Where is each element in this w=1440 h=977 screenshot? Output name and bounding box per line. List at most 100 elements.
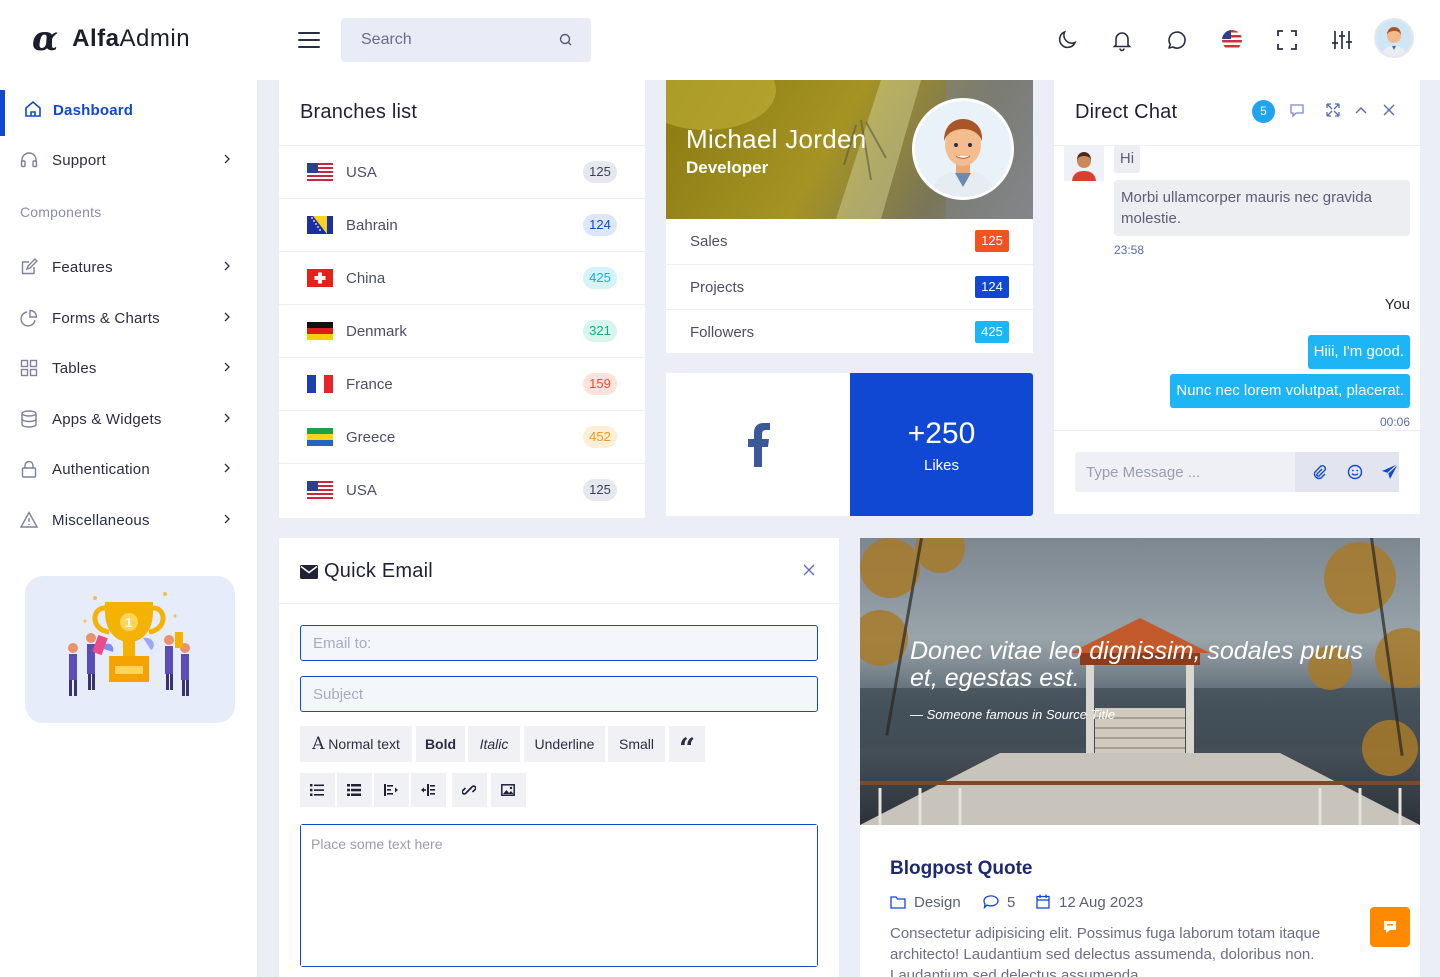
format-italic-button[interactable]: Italic (468, 726, 520, 762)
branch-row[interactable]: France 159 (279, 357, 645, 410)
brand-name: AlfaAdmin (72, 25, 191, 52)
format-bold-button[interactable]: Bold (416, 726, 465, 762)
collapse-chevron-up-icon[interactable] (1353, 102, 1369, 118)
expand-icon[interactable] (1325, 102, 1341, 118)
format-small-button[interactable]: Small (608, 726, 665, 762)
sidebar-item-label: Miscellaneous (52, 511, 150, 529)
sidebar-item-label: Forms & Charts (52, 309, 160, 327)
chat-message-received: Hi (1114, 145, 1140, 173)
messages-chat-icon[interactable] (1165, 28, 1189, 52)
facebook-card[interactable] (666, 373, 850, 516)
branch-name: Denmark (346, 323, 407, 340)
likes-label: Likes (923, 457, 960, 474)
unordered-list-button[interactable] (300, 773, 335, 807)
floating-chat-button[interactable] (1370, 907, 1410, 947)
branch-row[interactable]: China 425 (279, 251, 645, 304)
sidebar: Dashboard Support Components Features Fo… (0, 80, 258, 977)
outdent-button[interactable] (374, 773, 409, 807)
email-subject-field (300, 676, 818, 712)
branch-row[interactable]: USA 125 (279, 145, 645, 198)
divider (279, 603, 839, 604)
sidebar-item-authentication[interactable]: Authentication (0, 449, 258, 489)
blog-category[interactable]: Design (914, 894, 961, 911)
lock-icon (21, 460, 37, 478)
chat-message-input[interactable] (1075, 452, 1290, 492)
pie-chart-icon (20, 309, 38, 327)
branch-count-badge: 124 (583, 214, 617, 236)
insert-image-button[interactable] (491, 773, 526, 807)
branch-row[interactable]: Bahrain 124 (279, 198, 645, 251)
format-normal-text-button[interactable]: A Normal text (300, 726, 412, 762)
blog-date: 12 Aug 2023 (1059, 894, 1144, 911)
sidebar-item-label: Dashboard (53, 101, 134, 119)
brand-logo[interactable]: α AlfaAdmin (32, 19, 191, 59)
likes-card: +250 Likes (850, 373, 1033, 516)
search-input[interactable] (341, 18, 541, 62)
close-icon[interactable] (1381, 102, 1397, 118)
branch-row[interactable]: Greece 452 (279, 410, 645, 463)
sidebar-item-dashboard[interactable]: Dashboard (0, 90, 258, 136)
settings-sliders-icon[interactable] (1330, 28, 1354, 52)
chat-message-sent: Nunc nec lorem volutpat, placerat. (1170, 374, 1410, 408)
sidebar-item-forms-charts[interactable]: Forms & Charts (0, 298, 258, 338)
email-body-field (300, 824, 818, 967)
ordered-list-button[interactable] (337, 773, 372, 807)
chevron-right-icon (224, 362, 230, 372)
close-icon[interactable] (803, 564, 815, 576)
fullscreen-icon[interactable] (1275, 28, 1299, 52)
card-title: Direct Chat (1075, 101, 1178, 123)
dark-mode-moon-icon[interactable] (1055, 28, 1079, 52)
stat-label: Followers (690, 324, 755, 341)
france-flag-icon (307, 375, 333, 393)
database-icon (21, 410, 37, 428)
emoji-smile-icon[interactable] (1347, 464, 1363, 480)
sidebar-item-features[interactable]: Features (0, 247, 258, 287)
sidebar-item-apps-widgets[interactable]: Apps & Widgets (0, 399, 258, 439)
sidebar-item-tables[interactable]: Tables (0, 348, 258, 388)
attachment-paperclip-icon[interactable] (1311, 464, 1327, 480)
insert-link-button[interactable] (452, 773, 487, 807)
chat-timestamp: 00:06 (1379, 415, 1410, 429)
blogpost-card: Donec vitae leo dignissim, sodales purus… (860, 538, 1420, 977)
headphones-icon (20, 152, 38, 168)
button-label: Normal text (328, 736, 400, 752)
search-icon[interactable] (559, 33, 573, 47)
branch-name: France (346, 376, 393, 393)
contacts-chat-icon[interactable] (1289, 102, 1305, 118)
notifications-bell-icon[interactable] (1110, 28, 1134, 52)
language-us-flag-icon[interactable] (1220, 28, 1244, 52)
grid-icon (20, 359, 38, 377)
divider (1054, 145, 1420, 146)
sidebar-item-support[interactable]: Support (0, 140, 258, 180)
switzerland-flag-icon (307, 269, 333, 287)
gabon-flag-icon (307, 428, 333, 446)
ordered-list-icon (347, 784, 361, 796)
profile-stat-row: Projects 124 (666, 264, 1033, 309)
search-bar (341, 18, 591, 62)
link-icon (462, 785, 476, 795)
branch-row[interactable]: USA 125 (279, 463, 645, 516)
blog-title[interactable]: Blogpost Quote (890, 858, 1032, 880)
email-subject-input[interactable] (301, 677, 817, 711)
menu-toggle-icon[interactable] (298, 32, 320, 48)
format-underline-button[interactable]: Underline (524, 726, 605, 762)
brand-mark: α (32, 19, 59, 59)
user-avatar[interactable] (1374, 18, 1414, 58)
font-glyph-icon: A (312, 734, 325, 754)
sidebar-item-label: Tables (52, 359, 97, 377)
branch-name: Bahrain (346, 217, 398, 234)
sidebar-item-miscellaneous[interactable]: Miscellaneous (0, 500, 258, 540)
send-paper-plane-icon[interactable] (1381, 463, 1399, 481)
branch-row[interactable]: Denmark 321 (279, 304, 645, 357)
outdent-icon (384, 784, 398, 796)
branch-count-badge: 425 (583, 267, 617, 289)
email-to-input[interactable] (301, 626, 817, 660)
branch-count-badge: 125 (583, 161, 617, 183)
format-quote-button[interactable]: “ (669, 726, 705, 765)
top-header: α AlfaAdmin (0, 0, 1440, 80)
stat-value-badge: 125 (975, 230, 1009, 252)
chevron-right-icon (224, 463, 230, 473)
branch-count-badge: 321 (583, 320, 617, 342)
email-body-textarea[interactable] (301, 825, 817, 966)
indent-button[interactable] (411, 773, 446, 807)
